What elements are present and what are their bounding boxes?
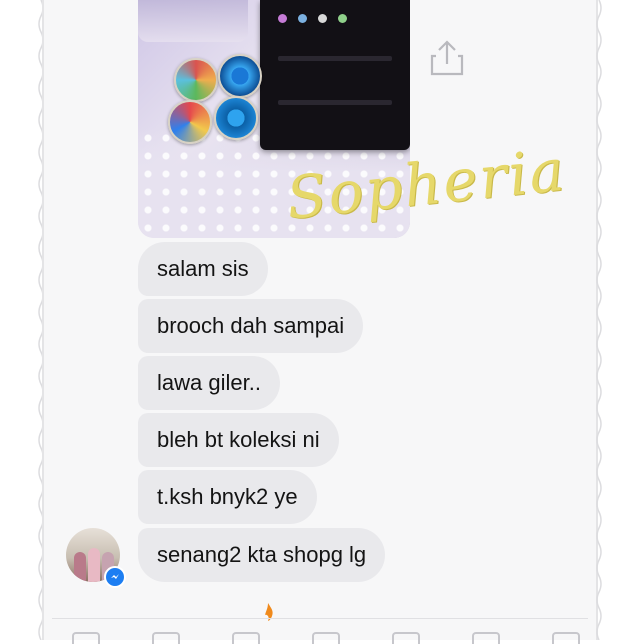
avatar-figure (88, 548, 100, 582)
message-bubble[interactable]: salam sis (138, 242, 268, 296)
mic-icon[interactable] (472, 632, 500, 644)
message-text: bleh bt koleksi ni (157, 427, 320, 452)
messenger-badge-icon (104, 566, 126, 588)
avatar-figure (74, 552, 86, 582)
message-text: senang2 kta shopg lg (157, 542, 367, 567)
gif-icon[interactable] (312, 632, 340, 644)
message-bubble[interactable]: t.ksh bnyk2 ye (138, 470, 317, 524)
share-icon[interactable] (428, 38, 466, 78)
composer-toolbar (52, 628, 588, 644)
composer-divider (52, 618, 588, 619)
more-icon[interactable] (552, 632, 580, 644)
frame-edge-right (596, 0, 602, 640)
emoji-icon[interactable] (392, 632, 420, 644)
message-bubble[interactable]: lawa giler.. (138, 356, 280, 410)
brooch (168, 100, 212, 144)
photo-plastic-tray (138, 0, 248, 42)
message-text: t.ksh bnyk2 ye (157, 484, 298, 509)
gem (298, 14, 307, 23)
gem (278, 14, 287, 23)
sticker-icon[interactable] (232, 632, 260, 644)
brooch (214, 96, 258, 140)
box-label (278, 100, 392, 105)
message-text: lawa giler.. (157, 370, 261, 395)
gem (318, 14, 327, 23)
message-bubble[interactable]: senang2 kta shopg lg (138, 528, 386, 582)
camera-icon[interactable] (72, 632, 100, 644)
message-text: salam sis (157, 256, 249, 281)
box-label (278, 56, 392, 61)
photo-black-box (260, 0, 410, 150)
brooch (218, 54, 262, 98)
messenger-bolt-icon (111, 574, 119, 579)
gem (338, 14, 347, 23)
message-bubble[interactable]: bleh bt koleksi ni (138, 413, 339, 467)
brooch (174, 58, 218, 102)
message-text: brooch dah sampai (157, 313, 345, 338)
gallery-icon[interactable] (152, 632, 180, 644)
message-bubble[interactable]: brooch dah sampai (138, 299, 364, 353)
